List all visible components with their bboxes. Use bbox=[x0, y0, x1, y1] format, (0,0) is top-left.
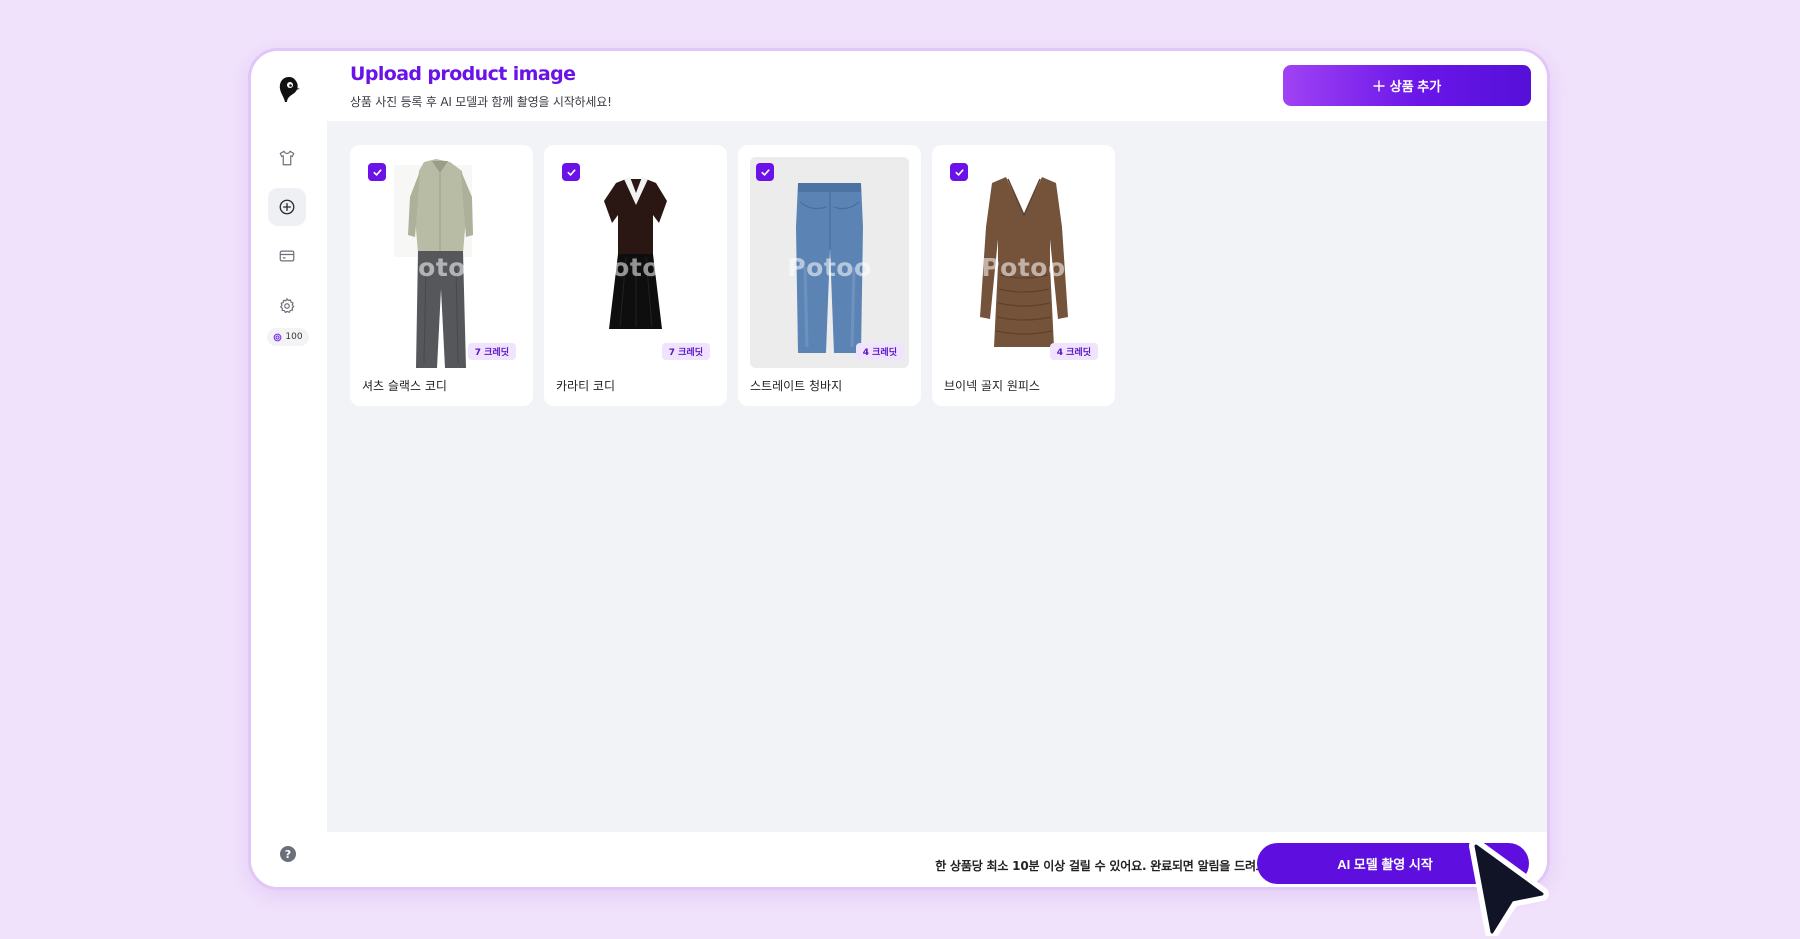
product-card[interactable]: Potoo 4 크레딧 브이넥 골지 원피스 bbox=[932, 145, 1115, 406]
product-name: 브이넥 골지 원피스 bbox=[944, 379, 1040, 393]
potoo-logo-icon[interactable] bbox=[275, 75, 303, 105]
product-image: Potoo bbox=[750, 157, 909, 368]
check-icon bbox=[566, 168, 576, 176]
action-footer: 한 상품당 최소 10분 이상 걸릴 수 있어요. 완료되면 알림을 드려요. … bbox=[327, 832, 1547, 887]
product-name: 스트레이트 청바지 bbox=[750, 379, 843, 393]
credit-card-icon bbox=[279, 250, 295, 262]
sidebar-item-billing[interactable] bbox=[268, 237, 306, 275]
help-icon[interactable]: ? bbox=[280, 846, 296, 862]
gear-icon bbox=[280, 298, 295, 314]
check-icon bbox=[372, 168, 382, 176]
sidebar: 100 ? bbox=[251, 51, 327, 887]
product-name: 카라티 코디 bbox=[556, 379, 616, 393]
tshirt-icon bbox=[279, 150, 295, 166]
page-title: Upload product image bbox=[350, 63, 576, 85]
product-image: Potoo bbox=[362, 157, 521, 368]
page-subtitle: 상품 사진 등록 후 AI 모델과 함께 촬영을 시작하세요! bbox=[350, 95, 612, 109]
product-card[interactable]: Potoo 7 크레딧 셔츠 슬랙스 코디 bbox=[350, 145, 533, 406]
credit-balance-value: 100 bbox=[285, 332, 303, 342]
credit-cost-badge: 7 크레딧 bbox=[661, 343, 710, 360]
page-header: Upload product image 상품 사진 등록 후 AI 모델과 함… bbox=[327, 51, 1547, 121]
start-ai-shoot-button[interactable]: AI 모델 촬영 시작 bbox=[1257, 843, 1529, 884]
add-product-button[interactable]: 상품 추가 bbox=[1283, 65, 1531, 106]
credit-cost-badge: 4 크레딧 bbox=[855, 343, 904, 360]
watermark-text: Potoo bbox=[787, 253, 872, 282]
watermark-text: Potoo bbox=[399, 253, 484, 282]
product-checkbox[interactable] bbox=[562, 163, 580, 181]
plus-icon bbox=[1373, 79, 1385, 92]
duration-notice: 한 상품당 최소 10분 이상 걸릴 수 있어요. 완료되면 알림을 드려요. bbox=[935, 859, 1271, 873]
sidebar-item-add-product[interactable] bbox=[268, 188, 306, 226]
app-window: 100 ? Upload product image 상품 사진 등록 후 AI… bbox=[248, 48, 1550, 890]
product-image: Potoo bbox=[944, 157, 1103, 368]
credit-cost-badge: 7 크레딧 bbox=[467, 343, 516, 360]
coin-icon bbox=[274, 333, 282, 341]
sidebar-item-products[interactable] bbox=[268, 139, 306, 177]
check-icon bbox=[954, 168, 964, 176]
product-image: Potoo bbox=[556, 157, 715, 368]
watermark-text: Potoo bbox=[593, 253, 678, 282]
add-product-label: 상품 추가 bbox=[1389, 79, 1442, 94]
watermark-text: Potoo bbox=[981, 253, 1066, 282]
product-checkbox[interactable] bbox=[368, 163, 386, 181]
help-label: ? bbox=[284, 847, 292, 861]
credit-cost-badge: 4 크레딧 bbox=[1049, 343, 1098, 360]
product-card[interactable]: Potoo 4 크레딧 스트레이트 청바지 bbox=[738, 145, 921, 406]
product-checkbox[interactable] bbox=[756, 163, 774, 181]
credit-balance[interactable]: 100 bbox=[267, 328, 309, 346]
product-card[interactable]: Potoo 7 크레딧 카라티 코디 bbox=[544, 145, 727, 406]
product-checkbox[interactable] bbox=[950, 163, 968, 181]
check-icon bbox=[760, 168, 770, 176]
product-grid: Potoo 7 크레딧 셔츠 슬랙스 코디 Potoo 7 크레딧 카라티 코디… bbox=[327, 121, 1547, 832]
sidebar-item-settings[interactable] bbox=[268, 287, 306, 325]
plus-circle-icon bbox=[279, 199, 295, 215]
product-name: 셔츠 슬랙스 코디 bbox=[362, 379, 447, 393]
